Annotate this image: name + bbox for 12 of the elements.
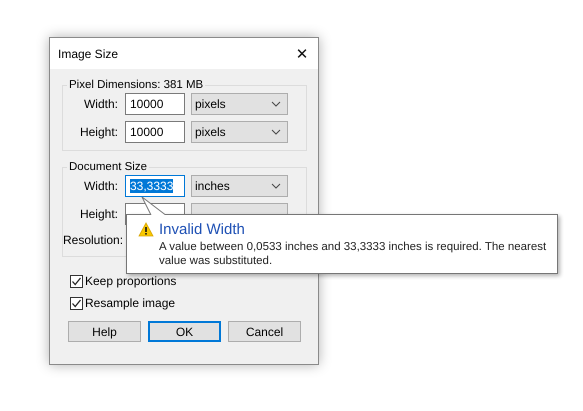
field-label: Width: xyxy=(82,97,119,111)
field-label: Resolution: xyxy=(63,233,124,247)
group-title: Pixel Dimensions: 381 MB xyxy=(68,79,204,91)
field-label: Height: xyxy=(78,125,119,139)
field-label: Width: xyxy=(82,179,119,193)
tooltip-message: A value between 0,0533 inches and 33,3333 inches is required. The nearest value was substituted. xyxy=(159,240,547,268)
checkbox-label: Keep proportions xyxy=(85,274,176,288)
group-title: Document Size xyxy=(68,161,148,173)
field-label: Height: xyxy=(78,207,119,221)
checkbox-label: Resample image xyxy=(85,296,176,310)
tooltip-title: Invalid Width xyxy=(159,221,245,238)
window-title: Image Size xyxy=(58,46,118,60)
